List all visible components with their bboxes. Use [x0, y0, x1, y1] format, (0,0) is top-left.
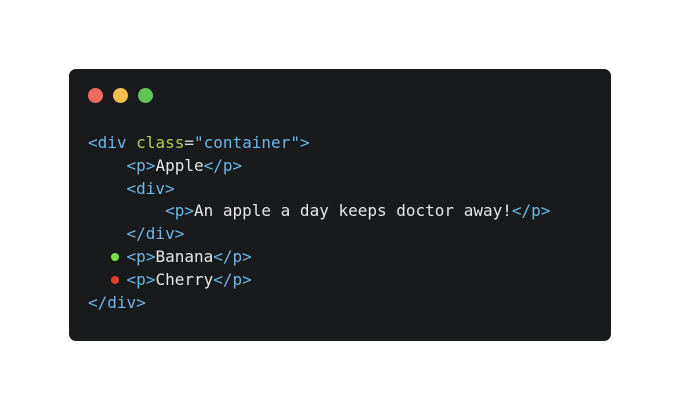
close-button[interactable] — [88, 88, 103, 103]
code-token: </p> — [203, 155, 243, 175]
removed-line-marker-icon — [111, 275, 119, 284]
code-text: An apple a day keeps doctor away! — [193, 201, 512, 221]
code-text: Banana — [155, 246, 214, 266]
code-block: <div class="container"> <p>Apple</p> <di… — [88, 132, 550, 314]
code-line: <div class="container"> — [88, 132, 550, 155]
code-token: = — [184, 133, 194, 152]
code-line: </div> — [88, 292, 550, 315]
code-window: <div class="container"> <p>Apple</p> <di… — [69, 69, 611, 341]
code-text: Apple — [155, 155, 204, 175]
code-token: </p> — [511, 201, 551, 221]
code-line: <p>Apple</p> — [88, 155, 550, 178]
code-token: > — [299, 133, 310, 152]
code-text: Cherry — [155, 269, 214, 289]
code-token: "container" — [193, 133, 300, 152]
window-controls — [88, 88, 153, 103]
code-token: <p> — [165, 201, 194, 221]
code-token: <div> — [126, 178, 175, 198]
code-line: <p>An apple a day keeps doctor away!</p> — [88, 200, 550, 223]
code-token: <p> — [126, 155, 156, 175]
code-token: <p> — [126, 246, 156, 266]
code-attribute: class — [136, 133, 185, 152]
code-token: </div> — [88, 292, 146, 312]
code-token: </p> — [213, 269, 252, 289]
code-line: <p>Banana</p> — [88, 246, 550, 269]
code-token: <p> — [126, 269, 156, 289]
code-line: </div> — [88, 223, 550, 246]
minimize-button[interactable] — [113, 88, 128, 103]
added-line-marker-icon — [111, 252, 119, 261]
maximize-button[interactable] — [138, 88, 153, 103]
code-token: <div — [88, 133, 137, 152]
code-token: </div> — [126, 224, 185, 244]
code-line: <div> — [88, 178, 550, 201]
code-token: </p> — [213, 246, 252, 266]
code-line: <p>Cherry</p> — [88, 269, 550, 292]
